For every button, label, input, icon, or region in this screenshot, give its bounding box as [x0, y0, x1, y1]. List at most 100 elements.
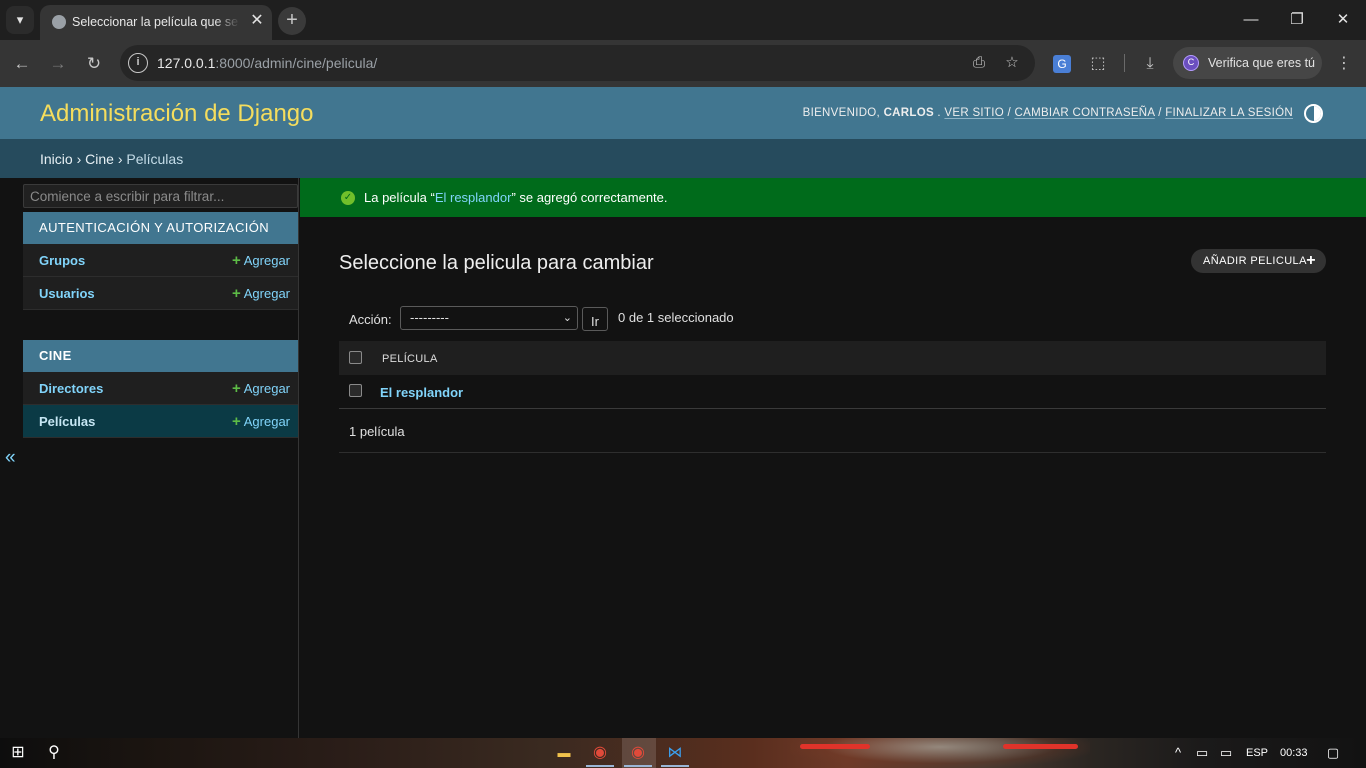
add-plus-icon: +: [231, 413, 241, 430]
message-object-link[interactable]: El resplandor: [435, 190, 512, 205]
sidebar-item-users[interactable]: Usuarios + Agregar: [23, 277, 298, 310]
back-icon[interactable]: ←: [8, 50, 36, 78]
add-plus-icon: +: [231, 285, 241, 302]
add-label: Agregar: [243, 253, 290, 268]
tab-search-dropdown-icon[interactable]: ▾: [6, 6, 34, 34]
go-button[interactable]: Ir: [582, 307, 608, 331]
wallpaper-car-glow: [790, 738, 1090, 768]
profile-verify-label: Verifica que eres tú: [1208, 56, 1316, 70]
tab-title: Seleccionar la película que se va a modi…: [72, 15, 240, 29]
add-plus-icon: +: [231, 380, 241, 397]
add-group-link[interactable]: + Agregar: [232, 253, 290, 269]
success-message-text: La película “El resplandor” se agregó co…: [364, 190, 668, 206]
notifications-icon[interactable]: ▢: [1323, 743, 1343, 763]
nav-sidebar: AUTENTICACIÓN Y AUTORIZACIÓN Grupos +Agr…: [22, 178, 299, 738]
wallpaper-taillight: [800, 744, 870, 749]
action-select[interactable]: --------- ⌄: [400, 306, 578, 330]
input-language[interactable]: ESP: [1246, 746, 1268, 760]
browser-toolbar: ← → ↻ i 127.0.0.1:8000/admin/cine/pelicu…: [0, 40, 1366, 87]
chrome-icon[interactable]: ◉: [628, 743, 648, 763]
paginator-divider: [339, 452, 1326, 453]
profile-avatar: C: [1183, 55, 1199, 71]
row-checkbox[interactable]: [349, 384, 362, 397]
collapse-sidebar-icon[interactable]: «: [5, 447, 19, 469]
success-check-icon: ✓: [341, 191, 355, 205]
forward-icon[interactable]: →: [44, 50, 72, 78]
django-header: Administración de Django BIENVENIDO, CAR…: [0, 87, 1366, 139]
new-tab-button[interactable]: +: [278, 7, 306, 35]
nav-filter-input[interactable]: [24, 185, 297, 207]
clock[interactable]: 00:33: [1280, 746, 1308, 760]
url-host: 127.0.0.1: [157, 55, 216, 71]
column-header-pelicula[interactable]: PELÍCULA: [382, 352, 438, 366]
add-label: Agregar: [243, 286, 290, 301]
row-link[interactable]: El resplandor: [380, 385, 463, 401]
globe-icon: [52, 15, 66, 29]
module-caption-auth[interactable]: AUTENTICACIÓN Y AUTORIZACIÓN: [23, 212, 298, 244]
change-password-link[interactable]: CAMBIAR CONTRASEÑA: [1015, 107, 1155, 119]
breadcrumb-home[interactable]: Inicio: [40, 151, 73, 167]
page-title: Seleccione la pelicula para cambiar: [339, 252, 654, 274]
sidebar-item-label[interactable]: Grupos: [39, 253, 85, 269]
profile-verify-button[interactable]: C Verifica que eres tú: [1173, 47, 1322, 79]
running-indicator: [661, 765, 689, 767]
tab-close-icon[interactable]: ✕: [247, 11, 267, 31]
add-movie-button[interactable]: AÑADIR PELICULA +: [1191, 249, 1326, 273]
sidebar-item-movies[interactable]: Películas + Agregar: [23, 405, 298, 438]
add-movie-label: AÑADIR PELICULA: [1203, 255, 1307, 267]
sidebar-item-label[interactable]: Películas: [39, 414, 95, 430]
minimize-icon[interactable]: —: [1228, 0, 1274, 40]
module-caption-cine[interactable]: CINE: [23, 340, 298, 372]
network-icon[interactable]: ▭: [1192, 743, 1212, 763]
action-selected-value: ---------: [410, 310, 449, 325]
toolbar-separator: [1124, 54, 1125, 72]
chevron-down-icon: ⌄: [562, 312, 572, 324]
file-explorer-icon[interactable]: ▬: [554, 743, 574, 763]
vscode-icon[interactable]: ⋈: [665, 743, 685, 763]
message-prefix: La película “: [364, 190, 435, 205]
nav-filter-field[interactable]: [23, 184, 298, 208]
battery-icon[interactable]: ▭: [1216, 743, 1236, 763]
table-row: El resplandor: [339, 375, 1326, 409]
windows-taskbar: ⊞ ⚲ ▬ ◉ ◉ ⋈ ^ ▭ ▭ ESP 00:33 ▢: [0, 738, 1366, 768]
view-site-link[interactable]: VER SITIO: [944, 107, 1004, 119]
success-message: ✓ La película “El resplandor” se agregó …: [300, 178, 1366, 217]
search-icon[interactable]: ⚲: [44, 743, 64, 763]
add-movie-link[interactable]: + Agregar: [232, 414, 290, 430]
window-close-icon[interactable]: ✕: [1320, 0, 1366, 40]
download-icon[interactable]: ⤓: [1138, 52, 1162, 76]
browser-menu-icon[interactable]: ⋮: [1332, 52, 1356, 76]
select-all-checkbox[interactable]: [349, 351, 362, 364]
url-text[interactable]: 127.0.0.1:8000/admin/cine/pelicula/: [157, 54, 377, 72]
reload-icon[interactable]: ↻: [80, 50, 108, 78]
user-tools-dot: .: [937, 107, 941, 119]
logout-link[interactable]: FINALIZAR LA SESIÓN: [1165, 107, 1293, 119]
restore-icon[interactable]: ❐: [1274, 0, 1320, 40]
breadcrumb-current: Películas: [126, 151, 184, 167]
browser-tab-active[interactable]: Seleccionar la película que se va a modi…: [40, 5, 272, 40]
sidebar-item-groups[interactable]: Grupos + Agregar: [23, 244, 298, 277]
tray-overflow-icon[interactable]: ^: [1168, 743, 1188, 763]
bookmark-star-icon[interactable]: ☆: [1002, 53, 1022, 73]
translate-icon[interactable]: ⎙: [969, 53, 989, 73]
add-director-link[interactable]: + Agregar: [232, 381, 290, 397]
chrome-icon[interactable]: ◉: [590, 743, 610, 763]
running-indicator: [586, 765, 614, 767]
sidebar-item-label[interactable]: Directores: [39, 381, 103, 397]
google-translate-extension-icon[interactable]: G: [1053, 55, 1071, 73]
add-user-link[interactable]: + Agregar: [232, 286, 290, 302]
browser-tab-strip: ▾ Seleccionar la película que se va a mo…: [0, 0, 1366, 40]
sidebar-item-directors[interactable]: Directores + Agregar: [23, 372, 298, 405]
breadcrumb-app[interactable]: Cine: [85, 151, 114, 167]
extensions-puzzle-icon[interactable]: ⬚: [1086, 52, 1110, 76]
wallpaper-taillight: [1003, 744, 1078, 749]
running-indicator: [624, 765, 652, 767]
table-header: PELÍCULA: [339, 341, 1326, 375]
sidebar-item-label[interactable]: Usuarios: [39, 286, 95, 302]
site-info-icon[interactable]: i: [128, 53, 148, 73]
site-branding[interactable]: Administración de Django: [40, 100, 313, 128]
start-windows-icon[interactable]: ⊞: [8, 743, 28, 763]
theme-toggle-icon[interactable]: [1304, 104, 1323, 123]
user-tools-slash: /: [1158, 107, 1162, 119]
address-bar[interactable]: i 127.0.0.1:8000/admin/cine/pelicula/ ⎙ …: [120, 45, 1035, 81]
